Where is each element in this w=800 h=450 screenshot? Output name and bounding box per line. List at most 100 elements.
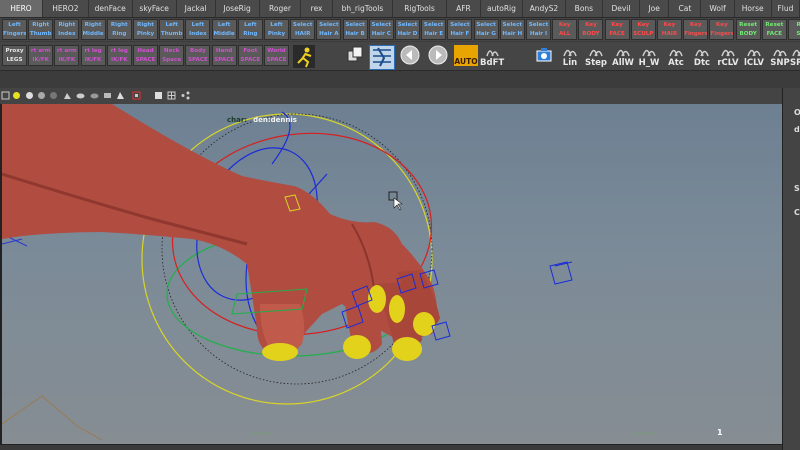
camera-move-icon[interactable]	[63, 91, 72, 100]
shadows-icon[interactable]	[90, 91, 99, 100]
shelf-button-left-pinky[interactable]: Left Pinky	[264, 19, 289, 40]
shelf-button-right-ring[interactable]: Right Ring	[106, 19, 132, 40]
shelf-tab-jackal[interactable]: Jackal	[177, 0, 216, 17]
shelf-tab-joe[interactable]: Joe	[640, 0, 670, 17]
tangent-allw-button[interactable]: AllW	[611, 45, 635, 68]
space-button-rt-leg-ik-fk[interactable]: rt leg IK/FK	[80, 45, 106, 66]
shelf-tab-bh-rigtools[interactable]: bh_rigTools	[333, 0, 394, 17]
xray-icon[interactable]	[154, 91, 163, 100]
shelf-button-select-hair-i[interactable]: Select Hair I	[526, 19, 551, 40]
shelf-tab-hero[interactable]: HERO	[0, 0, 43, 17]
shelf-button-line2: Index	[58, 31, 76, 37]
shelf-button-select-hair-b[interactable]: Select Hair B	[342, 19, 368, 40]
shelf-button-reset-body[interactable]: Reset BODY	[735, 19, 761, 40]
space-button-foot-space[interactable]: Foot SPACE	[237, 45, 263, 66]
flat-shade-icon[interactable]	[49, 91, 58, 100]
shelf-button-re-sc[interactable]: ReSC	[788, 19, 800, 40]
shelf-tab-flud[interactable]: Flud	[772, 0, 800, 17]
shelf-button-key-body[interactable]: Key BODY	[578, 19, 604, 40]
shelf-button-select-hair-g[interactable]: Select Hair G	[473, 19, 499, 40]
space-button-head-space[interactable]: Head SPACE	[133, 45, 158, 66]
shelf-tab-roger[interactable]: Roger	[260, 0, 302, 17]
shelf-tab-skyface[interactable]: skyFace	[133, 0, 177, 17]
shelf-tab-rex[interactable]: rex	[301, 0, 333, 17]
tangent-sr-button[interactable]: SR	[790, 45, 800, 68]
ambient-icon[interactable]	[76, 91, 85, 100]
grid-icon[interactable]	[167, 91, 176, 100]
light-icon[interactable]	[12, 91, 21, 100]
space-button-hand-space[interactable]: Hand SPACE	[211, 45, 237, 66]
tangent-atc-button[interactable]: Atc	[664, 45, 688, 68]
lights-icon[interactable]	[116, 91, 125, 100]
share-icon[interactable]	[181, 91, 190, 100]
shelf-tab-andys2[interactable]: AndyS2	[523, 0, 566, 17]
shelf-tab-devil[interactable]: Devil	[603, 0, 640, 17]
next-key-button[interactable]	[428, 45, 448, 68]
shelf-button-key-hair[interactable]: Key HAIR	[657, 19, 682, 40]
shelf-button-left-thumb[interactable]: Left Thumb	[159, 19, 185, 40]
camera-button[interactable]	[534, 45, 554, 68]
shelf-button-select-hair-h[interactable]: Select Hair H	[499, 19, 525, 40]
shelf-button-right-pinky[interactable]: Right Pinky	[133, 19, 158, 40]
shelf-button-right-middle[interactable]: Right Middle	[80, 19, 106, 40]
shelf-button-line2: Index	[189, 31, 207, 37]
shelf-tab-joserig[interactable]: JoseRig	[216, 0, 260, 17]
shelf-button-left-ring[interactable]: Left Ring	[237, 19, 263, 40]
shelf-tab-wolf[interactable]: Wolf	[701, 0, 735, 17]
shelf-button-right-thumb[interactable]: Right Thumb	[28, 19, 54, 40]
attribute-panel-edge[interactable]: Od S C	[782, 88, 800, 450]
shelf-button-select-hair-c[interactable]: Select Hair C	[368, 19, 394, 40]
shelf-tab-denface[interactable]: denFace	[89, 0, 133, 17]
select-icon[interactable]	[1, 91, 10, 100]
shelf-button-reset-face[interactable]: Reset FACE	[761, 19, 787, 40]
tangent-lin-icon	[563, 49, 577, 57]
key-filter-button[interactable]	[369, 45, 395, 70]
shelf-tab-autorig[interactable]: autoRig	[481, 0, 523, 17]
tangent-lclv-button[interactable]: lCLV	[742, 45, 766, 68]
shelf-tab-hero2[interactable]: HERO2	[43, 0, 89, 17]
shelf-button-left-index[interactable]: Left Index	[185, 19, 211, 40]
shelf-button-select-hair-e[interactable]: Select Hair E	[421, 19, 447, 40]
shelf-button-key-face[interactable]: Key FACE	[604, 19, 630, 40]
shelf-tab-horse[interactable]: Horse	[735, 0, 772, 17]
tangent-snp-button[interactable]: SNP	[768, 45, 792, 68]
shelf-button-left-middle[interactable]: Left Middle	[211, 19, 237, 40]
tangent-rclv-icon	[721, 49, 735, 57]
tangent-hw-button[interactable]: H_W	[637, 45, 661, 68]
bdft-button[interactable]: BdFT	[480, 45, 504, 68]
shelf-button-left-fingers[interactable]: Left Fingers	[2, 19, 27, 40]
wireframe-icon[interactable]	[25, 91, 34, 100]
textures-icon[interactable]	[103, 91, 112, 100]
space-button-world-space[interactable]: World SPACE	[264, 45, 289, 66]
shelf-tab-rigtools[interactable]: RigTools	[393, 0, 447, 17]
shelf-button-select-hair-f[interactable]: Select Hair F	[447, 19, 473, 40]
tangent-dtc-button[interactable]: Dtc	[690, 45, 714, 68]
shelf-button-select-hair-a[interactable]: Select Hair A	[316, 19, 342, 40]
shelf-button-key-sculp[interactable]: Key SCULP	[630, 19, 656, 40]
shelf-button-key-fingers[interactable]: Key Fingers	[683, 19, 709, 40]
space-button-body-space[interactable]: Body SPACE	[185, 45, 211, 66]
tangent-step-button[interactable]: Step	[584, 45, 608, 68]
shelf-tab-bons[interactable]: Bons	[566, 0, 603, 17]
shelf-button-key-all[interactable]: Key ALL	[552, 19, 578, 40]
space-button-proxy-legs[interactable]: Proxy LEGS	[2, 45, 27, 66]
previous-key-button[interactable]	[400, 45, 420, 68]
space-button-neck-space[interactable]: Neck Space	[159, 45, 185, 66]
shelf-button-right-index[interactable]: Right Index	[54, 19, 80, 40]
smooth-shade-icon[interactable]	[37, 91, 46, 100]
character-picker-button[interactable]	[293, 45, 315, 68]
space-button-rt-arm-ik-fk[interactable]: rt arm IK/FK	[28, 45, 54, 66]
shelf-tab-afr[interactable]: AFR	[447, 0, 481, 17]
tangent-lin-button[interactable]: Lin	[558, 45, 582, 68]
3d-viewport[interactable]: char: den:dennis 1	[0, 104, 784, 444]
copy-keys-button[interactable]	[346, 45, 364, 68]
shelf-button-key-fingers[interactable]: Key Fingers	[709, 19, 735, 40]
space-button-rt-arm-ik-fk[interactable]: rt arm IK/FK	[54, 45, 80, 66]
shelf-button-select-hair[interactable]: Select HAIR	[290, 19, 316, 40]
space-button-rt-leg-ik-fk[interactable]: rt leg IK/FK	[106, 45, 132, 66]
shelf-button-select-hair-d[interactable]: Select Hair D	[395, 19, 420, 40]
shelf-tab-cat[interactable]: Cat	[669, 0, 702, 17]
auto-key-button[interactable]: AUTO	[454, 45, 478, 68]
tangent-rclv-button[interactable]: rCLV	[716, 45, 740, 68]
isolate-icon[interactable]	[132, 91, 141, 100]
